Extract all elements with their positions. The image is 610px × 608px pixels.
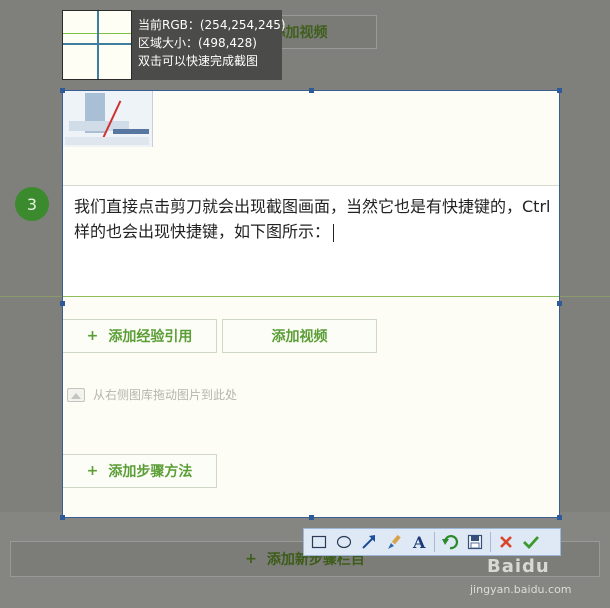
undo-icon[interactable]: [439, 531, 461, 553]
resize-handle-top-left[interactable]: [60, 88, 65, 93]
rectangle-icon[interactable]: [308, 531, 330, 553]
svg-text:A: A: [412, 533, 426, 551]
resize-handle-right[interactable]: [557, 301, 562, 306]
resize-handle-top[interactable]: [309, 88, 314, 93]
magnifier-preview: [62, 10, 132, 80]
screenshot-capture-screen: 引用 添加视频 + 添加新步骤栏目 3 我们直接点击剪刀就会出现截图画面，当然它…: [0, 0, 610, 608]
capture-region[interactable]: 我们直接点击剪刀就会出现截图画面，当然它也是有快捷键的，Ctrl 样的也会出现快…: [62, 90, 560, 518]
capture-info-panel: 当前RGB：(254,254,245) 区域大小：(498,428) 双击可以快…: [62, 10, 286, 80]
cancel-icon[interactable]: [495, 531, 517, 553]
step-text-editor[interactable]: 我们直接点击剪刀就会出现截图画面，当然它也是有快捷键的，Ctrl 样的也会出现快…: [63, 185, 559, 297]
image-icon: [67, 387, 85, 402]
drop-hint-text: 从右侧图库拖动图片到此处: [93, 388, 238, 402]
region-size-readout: 区域大小：(498,428): [138, 36, 257, 50]
add-step-method-label: 添加步骤方法: [108, 464, 193, 480]
arrow-icon[interactable]: [358, 531, 380, 553]
resize-handle-bottom[interactable]: [309, 515, 314, 520]
editor-line-2: 样的也会出现快捷键，如下图所示：: [74, 219, 559, 244]
rgb-readout: 当前RGB：(254,254,245): [138, 18, 286, 32]
toolbar-separator: [434, 532, 435, 552]
confirm-icon[interactable]: [520, 531, 542, 553]
resize-handle-bottom-left[interactable]: [60, 515, 65, 520]
add-reference-button[interactable]: + 添加经验引用: [63, 319, 217, 353]
plus-icon: +: [86, 328, 99, 344]
editor-line-1: 我们直接点击剪刀就会出现截图画面，当然它也是有快捷键的，Ctrl: [74, 197, 551, 216]
ellipse-icon[interactable]: [333, 531, 355, 553]
capture-toolbar: A: [303, 528, 561, 556]
watermark-url: jingyan.baidu.com: [470, 583, 572, 596]
add-reference-label: 添加经验引用: [108, 329, 193, 345]
resize-handle-left[interactable]: [60, 301, 65, 306]
save-icon[interactable]: [464, 531, 486, 553]
baidu-logo-watermark: Baidu: [487, 556, 550, 577]
step-number-badge: 3: [15, 187, 49, 221]
plus-icon: +: [245, 551, 257, 567]
double-click-hint: 双击可以快速完成截图: [138, 54, 259, 68]
add-step-method-button[interactable]: + 添加步骤方法: [63, 454, 217, 488]
toolbar-separator: [490, 532, 491, 552]
text-icon[interactable]: A: [408, 531, 430, 553]
text-caret: [333, 223, 335, 242]
info-text: 当前RGB：(254,254,245) 区域大小：(498,428) 双击可以快…: [138, 16, 286, 70]
add-video-button[interactable]: 添加视频: [222, 319, 377, 353]
image-thumbnail[interactable]: [63, 91, 153, 147]
brush-icon[interactable]: [383, 531, 405, 553]
image-drop-zone[interactable]: 从右侧图库拖动图片到此处: [67, 386, 237, 403]
resize-handle-top-right[interactable]: [557, 88, 562, 93]
add-video-label: 添加视频: [271, 329, 328, 345]
resize-handle-bottom-right[interactable]: [557, 515, 562, 520]
plus-icon: +: [86, 463, 99, 479]
